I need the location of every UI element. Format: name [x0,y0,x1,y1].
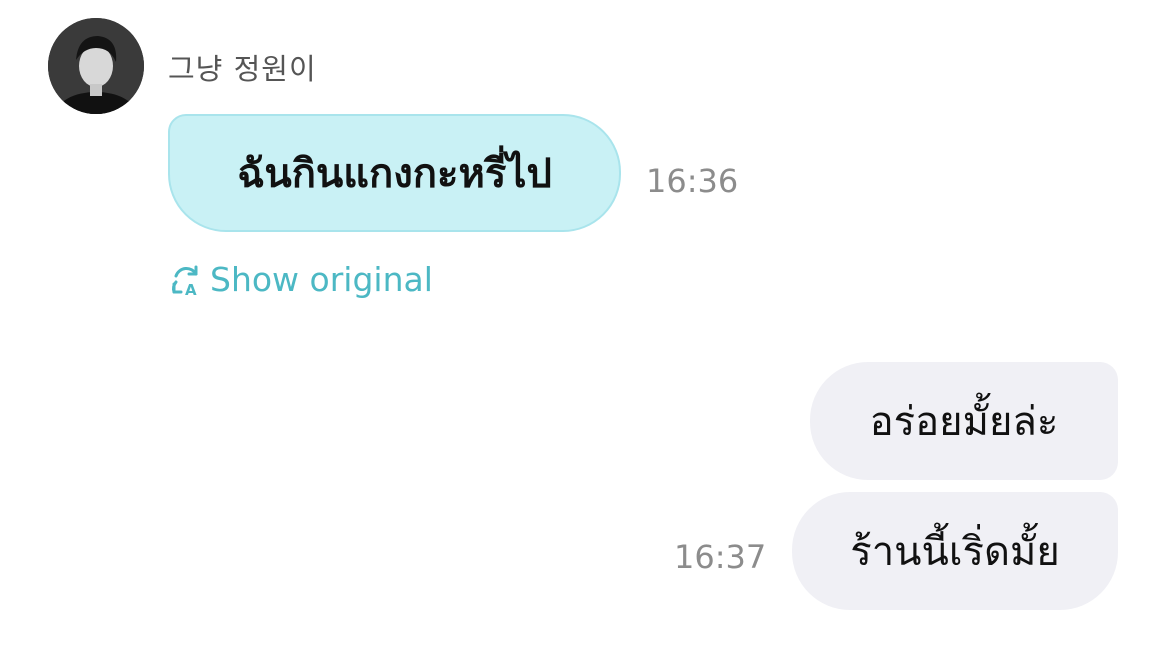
outgoing-message-time: 16:37 [674,538,767,576]
outgoing-message-bubble[interactable]: อร่อยมั้ยล่ะ [810,362,1118,480]
avatar-image [48,18,144,114]
outgoing-message-text: อร่อยมั้ยล่ะ [869,399,1059,445]
svg-text:A: A [185,281,197,298]
incoming-message-time: 16:36 [646,162,739,200]
outgoing-message-text: ร้านนี้เริ่ดมั้ย [850,529,1060,575]
outgoing-message-bubble[interactable]: ร้านนี้เริ่ดมั้ย [792,492,1118,610]
incoming-message-bubble[interactable]: ฉันกินแกงกะหรี่ไป [168,114,621,232]
incoming-message-text: ฉันกินแกงกะหรี่ไป [237,151,552,197]
sender-name: 그냥 정원이 [168,52,317,86]
show-original-label: Show original [210,260,433,299]
translate-icon: A [168,262,204,299]
avatar[interactable] [48,18,144,114]
show-original-link[interactable]: A Show original [168,260,433,299]
